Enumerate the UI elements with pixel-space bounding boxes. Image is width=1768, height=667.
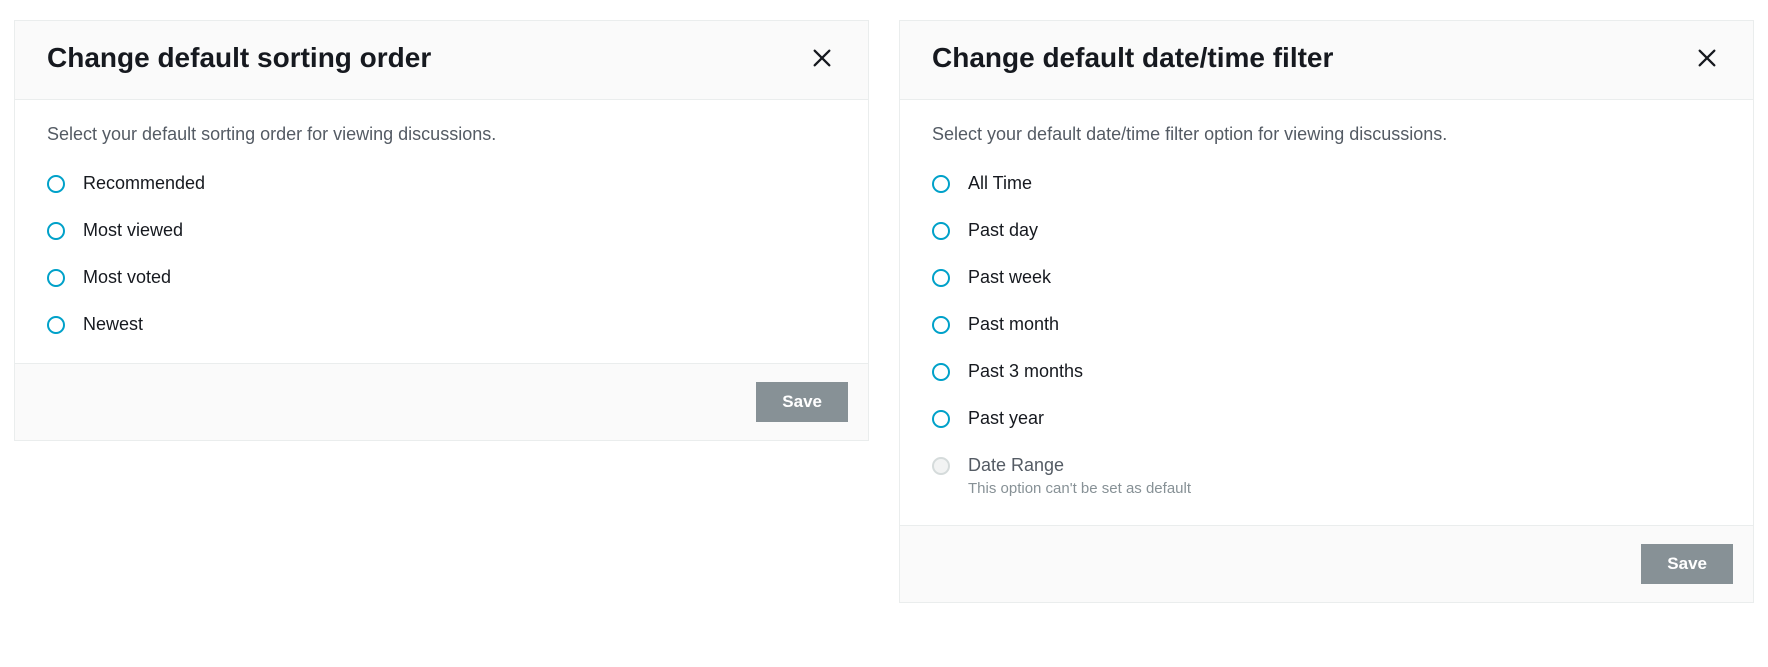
radio-option-most-viewed[interactable]: Most viewed xyxy=(47,220,836,241)
radio-label: Most viewed xyxy=(83,220,183,241)
modal-title: Change default sorting order xyxy=(47,41,431,75)
radio-label: Past month xyxy=(968,314,1059,335)
prompt-text: Select your default date/time filter opt… xyxy=(932,124,1721,145)
modal-body: Select your default sorting order for vi… xyxy=(15,100,868,363)
modal-footer: Save xyxy=(900,525,1753,602)
radio-subtext: This option can't be set as default xyxy=(968,480,1191,497)
radio-option-newest[interactable]: Newest xyxy=(47,314,836,335)
radio-icon[interactable] xyxy=(932,363,950,381)
radio-option-past-year[interactable]: Past year xyxy=(932,408,1721,429)
modal-header: Change default sorting order xyxy=(15,21,868,100)
save-button[interactable]: Save xyxy=(756,382,848,422)
radio-icon[interactable] xyxy=(932,175,950,193)
sorting-order-modal: Change default sorting order Select your… xyxy=(14,20,869,441)
radio-label: Newest xyxy=(83,314,143,335)
datetime-radio-list: All Time Past day Past week Past month P… xyxy=(932,173,1721,497)
close-icon[interactable] xyxy=(1693,44,1721,72)
radio-option-past-day[interactable]: Past day xyxy=(932,220,1721,241)
radio-icon[interactable] xyxy=(932,269,950,287)
prompt-text: Select your default sorting order for vi… xyxy=(47,124,836,145)
modal-body: Select your default date/time filter opt… xyxy=(900,100,1753,525)
modal-title: Change default date/time filter xyxy=(932,41,1333,75)
radio-icon[interactable] xyxy=(47,316,65,334)
radio-option-recommended[interactable]: Recommended xyxy=(47,173,836,194)
radio-label: Past year xyxy=(968,408,1044,429)
radio-option-date-range: Date Range This option can't be set as d… xyxy=(932,455,1721,497)
radio-label: Past day xyxy=(968,220,1038,241)
radio-option-past-month[interactable]: Past month xyxy=(932,314,1721,335)
sorting-radio-list: Recommended Most viewed Most voted Newes… xyxy=(47,173,836,335)
radio-label-group: Date Range This option can't be set as d… xyxy=(968,455,1191,497)
radio-option-all-time[interactable]: All Time xyxy=(932,173,1721,194)
modal-header: Change default date/time filter xyxy=(900,21,1753,100)
radio-icon[interactable] xyxy=(932,316,950,334)
radio-icon xyxy=(932,457,950,475)
radio-option-past-week[interactable]: Past week xyxy=(932,267,1721,288)
radio-icon[interactable] xyxy=(932,410,950,428)
radio-icon[interactable] xyxy=(932,222,950,240)
radio-option-most-voted[interactable]: Most voted xyxy=(47,267,836,288)
radio-option-past-3-months[interactable]: Past 3 months xyxy=(932,361,1721,382)
radio-label: Past 3 months xyxy=(968,361,1083,382)
radio-label: Most voted xyxy=(83,267,171,288)
save-button[interactable]: Save xyxy=(1641,544,1733,584)
radio-icon[interactable] xyxy=(47,222,65,240)
radio-icon[interactable] xyxy=(47,175,65,193)
radio-label: Recommended xyxy=(83,173,205,194)
modal-footer: Save xyxy=(15,363,868,440)
radio-label: Date Range xyxy=(968,455,1191,476)
radio-icon[interactable] xyxy=(47,269,65,287)
datetime-filter-modal: Change default date/time filter Select y… xyxy=(899,20,1754,603)
radio-label: All Time xyxy=(968,173,1032,194)
close-icon[interactable] xyxy=(808,44,836,72)
radio-label: Past week xyxy=(968,267,1051,288)
